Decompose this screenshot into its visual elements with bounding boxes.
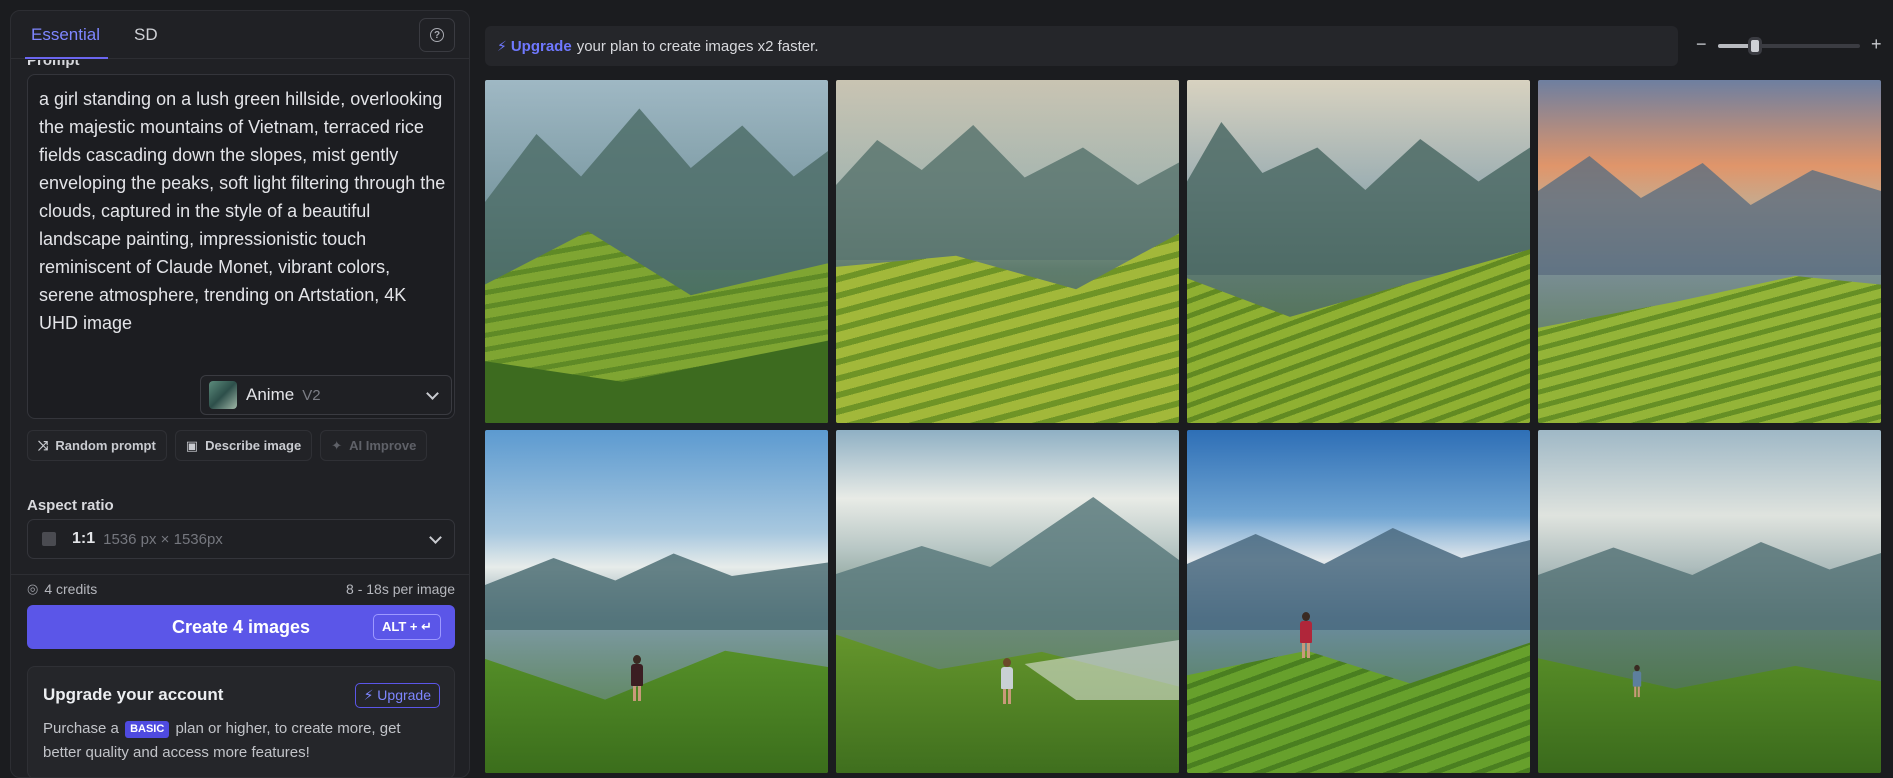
credits-info: ◎ 4 credits xyxy=(27,581,97,597)
prompt-text[interactable]: a girl standing on a lush green hillside… xyxy=(39,85,449,337)
square-icon xyxy=(42,532,56,546)
gallery-image[interactable] xyxy=(1187,430,1530,773)
figure-dress xyxy=(1001,667,1013,689)
basic-plan-badge: BASIC xyxy=(125,721,170,738)
figure-girl xyxy=(1299,612,1313,658)
model-name: Anime xyxy=(246,385,295,404)
figure-dress xyxy=(1632,671,1642,687)
image-gallery xyxy=(485,80,1881,773)
create-images-button[interactable]: Create 4 images ALT + ↵ xyxy=(27,605,455,649)
zoom-out-button[interactable]: − xyxy=(1696,34,1707,55)
figure-legs xyxy=(1634,686,1640,698)
aspect-ratio-select[interactable]: 1:1 1536 px × 1536px xyxy=(27,519,455,559)
figure-girl xyxy=(630,655,644,701)
aspect-ratio-size: 1536 px × 1536px xyxy=(103,530,223,548)
shortcut-badge: ALT + ↵ xyxy=(372,614,441,640)
help-button[interactable]: ? xyxy=(419,18,455,52)
coins-icon: ◎ xyxy=(27,581,39,596)
gallery-image[interactable] xyxy=(1538,80,1881,423)
gallery-image[interactable] xyxy=(836,80,1179,423)
zoom-in-button[interactable]: + xyxy=(1871,34,1882,55)
upgrade-banner: ⚡ Upgrade your plan to create images x2 … xyxy=(485,26,1678,66)
model-thumbnail xyxy=(209,381,237,409)
zoom-slider[interactable] xyxy=(1718,37,1860,55)
bolt-icon: ⚡ xyxy=(363,687,374,703)
describe-image-label: Describe image xyxy=(205,438,302,453)
upgrade-card: Upgrade your account ⚡ Upgrade Purchase … xyxy=(27,666,455,777)
figure-legs xyxy=(633,686,641,701)
figure-legs xyxy=(1003,689,1011,704)
aspect-ratio-value: 1:1 xyxy=(72,530,96,547)
zoom-control: − + xyxy=(1690,26,1885,66)
figure-head xyxy=(633,655,641,664)
settings-panel: Essential SD ? Prompt a girl standing on… xyxy=(10,10,470,778)
create-images-label: Create 4 images xyxy=(171,616,311,637)
gallery-image[interactable] xyxy=(485,80,828,423)
chevron-down-icon xyxy=(426,387,439,400)
gallery-image[interactable] xyxy=(836,430,1179,773)
image-icon: ▣ xyxy=(185,437,199,453)
model-select[interactable]: Anime V2 xyxy=(200,375,452,415)
generation-time: 8 - 18s per image xyxy=(346,581,455,597)
gallery-image[interactable] xyxy=(485,430,828,773)
figure-girl xyxy=(1000,658,1014,704)
gallery-image[interactable] xyxy=(1187,80,1530,423)
describe-image-button[interactable]: ▣ Describe image xyxy=(174,430,313,461)
upgrade-card-button[interactable]: ⚡ Upgrade xyxy=(354,683,440,708)
credits-count: 4 credits xyxy=(44,581,98,597)
chevron-down-icon xyxy=(429,531,442,544)
gallery-image[interactable] xyxy=(1538,430,1881,773)
upgrade-card-title: Upgrade your account xyxy=(43,685,224,704)
figure-girl xyxy=(1632,664,1642,698)
figure-legs xyxy=(1302,643,1310,658)
figure-dress xyxy=(1300,621,1312,643)
random-prompt-label: Random prompt xyxy=(55,438,156,453)
upgrade-card-button-label: Upgrade xyxy=(377,687,431,703)
tab-sd[interactable]: SD xyxy=(134,11,158,59)
model-version: V2 xyxy=(302,386,321,404)
figure-head xyxy=(1302,612,1310,621)
sparkle-icon: ✦ xyxy=(331,437,343,453)
figure-head xyxy=(1003,658,1011,667)
bolt-icon: ⚡ xyxy=(497,37,507,54)
mode-tabs: Essential SD ? xyxy=(11,11,469,59)
prompt-input[interactable]: a girl standing on a lush green hillside… xyxy=(27,74,455,419)
ai-improve-label: AI Improve xyxy=(349,438,417,453)
figure-dress xyxy=(631,664,643,686)
random-prompt-button[interactable]: ⤨ Random prompt xyxy=(27,430,167,461)
zoom-slider-handle[interactable] xyxy=(1747,37,1762,55)
prompt-actions: ⤨ Random prompt ▣ Describe image ✦ AI Im… xyxy=(27,430,428,461)
banner-text: your plan to create images x2 faster. xyxy=(576,37,819,55)
aspect-ratio-label: Aspect ratio xyxy=(27,497,114,514)
help-icon: ? xyxy=(430,28,444,42)
banner-upgrade-link[interactable]: Upgrade xyxy=(511,38,572,55)
tab-essential[interactable]: Essential xyxy=(25,11,108,59)
upgrade-card-text: Purchase a BASIC plan or higher, to crea… xyxy=(43,717,443,765)
upgrade-text-before: Purchase a xyxy=(43,720,119,737)
shuffle-icon: ⤨ xyxy=(38,437,49,453)
ai-improve-button[interactable]: ✦ AI Improve xyxy=(320,430,428,461)
divider xyxy=(11,574,469,575)
